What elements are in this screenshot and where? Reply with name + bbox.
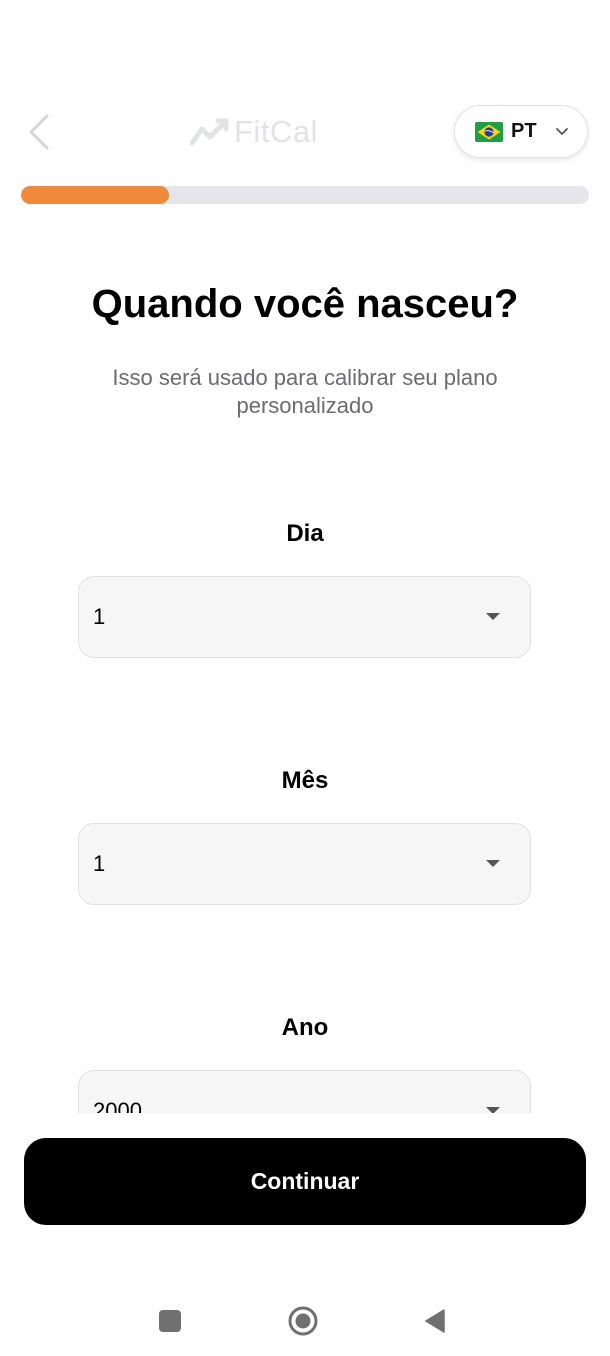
page-title: Quando você nasceu? (91, 282, 519, 326)
day-label: Dia (286, 520, 324, 547)
back-button[interactable] (18, 108, 58, 156)
year-select[interactable]: 2000 (78, 1070, 531, 1113)
page-subtitle: Isso será usado para calibrar seu plano … (112, 365, 498, 418)
system-nav-bar (0, 1290, 610, 1352)
app-name: FitCal (234, 114, 318, 149)
dropdown-caret-icon (486, 1107, 500, 1113)
day-select[interactable]: 1 (78, 576, 531, 658)
chevron-left-icon (29, 114, 49, 150)
circle-home-icon[interactable] (288, 1306, 318, 1336)
month-label: Mês (281, 767, 329, 794)
month-value: 1 (93, 851, 106, 876)
brazil-flag-icon (475, 121, 503, 142)
year-label: Ano (281, 1014, 329, 1041)
square-icon[interactable] (159, 1310, 181, 1332)
day-value: 1 (93, 604, 106, 629)
trend-line-icon (190, 118, 229, 146)
scroll-clip-area: Ano 2000 (0, 1000, 610, 1113)
progress-fill (21, 186, 169, 204)
language-code: PT (511, 120, 537, 142)
continue-button[interactable]: Continuar (24, 1138, 586, 1225)
app-logo: FitCal (190, 112, 318, 152)
year-value: 2000 (93, 1098, 142, 1113)
dropdown-caret-icon (486, 860, 500, 867)
language-selector[interactable]: PT (454, 105, 588, 158)
progress-bar (21, 186, 589, 204)
birthdate-screen: FitCal PT Quando você nasceu? Isso será … (0, 0, 610, 1356)
chevron-down-icon (555, 125, 569, 139)
month-select[interactable]: 1 (78, 823, 531, 905)
triangle-back-icon[interactable] (424, 1309, 446, 1333)
dropdown-caret-icon (486, 613, 500, 620)
